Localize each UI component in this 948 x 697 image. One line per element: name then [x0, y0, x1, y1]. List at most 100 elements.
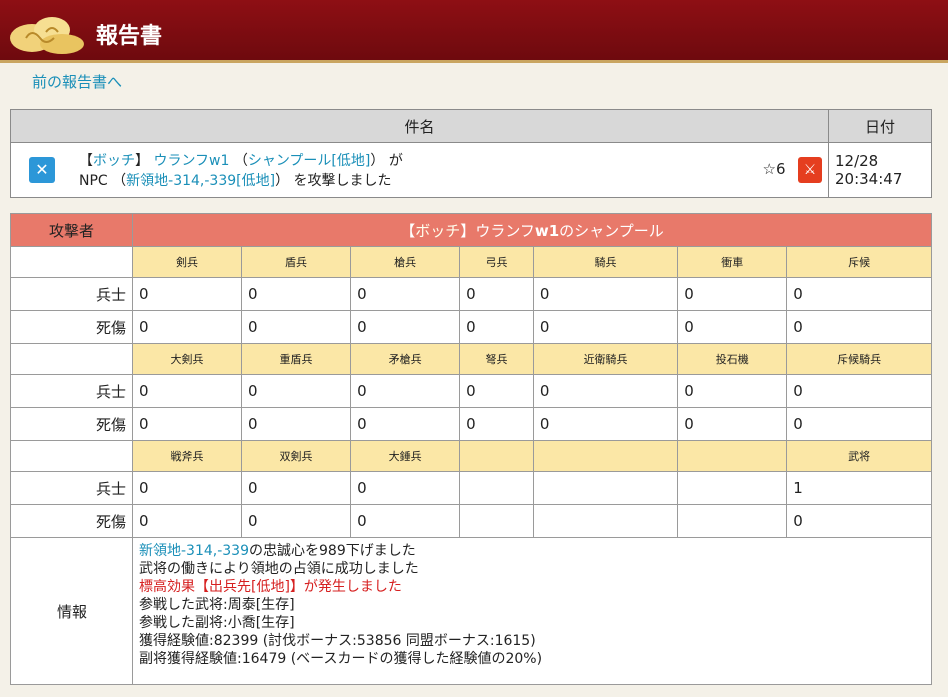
- soldier-count: [459, 471, 534, 505]
- page-header: 報告書: [0, 0, 948, 63]
- casualty-count: 0: [677, 310, 788, 344]
- soldier-count: 0: [350, 471, 461, 505]
- battle-detail-table: 攻撃者 【ボッチ】ウランフw1のシャンプール 剣兵 盾兵 槍兵 弓兵 騎兵 衝車…: [10, 213, 932, 685]
- casualties-label: 死傷: [10, 407, 133, 441]
- unit-header: 大剣兵: [131, 343, 243, 375]
- unit-header: 盾兵: [241, 246, 352, 278]
- target-link[interactable]: 新領地-314,-339[低地]: [126, 173, 275, 189]
- soldier-count: 0: [532, 277, 679, 311]
- unit-header: [532, 440, 679, 472]
- attack-result-icon: ⚔: [798, 157, 822, 183]
- casualty-count: 0: [350, 504, 461, 538]
- unit-header: [459, 440, 534, 472]
- report-description: 【ボッチ】 ウランフw1 （シャンプール[低地]） が NPC （新領地-314…: [73, 142, 751, 198]
- village-link[interactable]: シャンプール[低地]: [248, 153, 371, 169]
- casualties-label: 死傷: [10, 310, 133, 344]
- unit-header: 騎兵: [532, 246, 679, 278]
- subject-column-header: 件名: [10, 109, 829, 143]
- casualty-count: 0: [241, 310, 352, 344]
- soldier-count: 1: [786, 471, 932, 505]
- empty-label: [10, 343, 133, 375]
- soldier-count: [677, 471, 788, 505]
- soldier-count: 0: [241, 277, 352, 311]
- star-cell: ☆6 ⚔: [751, 142, 829, 198]
- unit-header: [677, 440, 788, 472]
- casualty-count: 0: [532, 310, 679, 344]
- info-line-exp: 獲得経験値:82399 (討伐ボーナス:53856 同盟ボーナス:1615): [139, 633, 536, 649]
- crossed-swords-icon: ✕: [29, 157, 55, 183]
- info-line-occupation: 武将の働きにより領地の占領に成功しました: [139, 561, 419, 577]
- unit-header: 重盾兵: [241, 343, 352, 375]
- unit-header: 斥候: [786, 246, 932, 278]
- previous-report-link[interactable]: 前の報告書へ: [32, 71, 122, 92]
- page-title: 報告書: [96, 24, 163, 49]
- soldier-count: 0: [459, 374, 534, 408]
- action-text: を攻撃しました: [293, 173, 392, 189]
- unit-header: 矛槍兵: [350, 343, 461, 375]
- soldier-count: 0: [131, 374, 243, 408]
- attacker-alliance[interactable]: ボッチ: [415, 222, 460, 240]
- unit-header: 戦斧兵: [131, 440, 243, 472]
- attacker-title: 【ボッチ】ウランフw1のシャンプール: [132, 213, 932, 247]
- report-date: 12/28: [835, 152, 879, 170]
- soldier-count: 0: [459, 277, 534, 311]
- report-time: 20:34:47: [835, 170, 903, 188]
- info-line-sub-exp: 副将獲得経験値:16479 (ベースカードの獲得した経験値の20%): [139, 651, 543, 667]
- unit-header: 衝車: [677, 246, 788, 278]
- attack-type-cell: ✕: [10, 142, 73, 198]
- info-line-general: 参戦した武将:周泰[生存]: [139, 597, 295, 613]
- casualty-count: 0: [459, 310, 534, 344]
- attacker-name-suffix: w1: [534, 221, 560, 240]
- casualty-count: 0: [786, 310, 932, 344]
- casualty-count: 0: [131, 310, 243, 344]
- battle-info: 新領地-314,-339の忠誠心を989下げました 武将の働きにより領地の占領に…: [132, 537, 932, 685]
- casualties-label: 死傷: [10, 504, 133, 538]
- soldiers-label: 兵士: [10, 471, 133, 505]
- unit-header: 投石機: [677, 343, 788, 375]
- casualty-count: 0: [350, 407, 461, 441]
- soldier-count: 0: [786, 374, 932, 408]
- unit-header: 双剣兵: [241, 440, 352, 472]
- report-row[interactable]: ✕ 【ボッチ】 ウランフw1 （シャンプール[低地]） が NPC （新領地-3…: [10, 142, 932, 198]
- unit-header: 斥候騎兵: [786, 343, 932, 375]
- npc-label: NPC: [79, 173, 108, 189]
- casualty-count: 0: [241, 407, 352, 441]
- info-line-altitude-effect: 標高効果【出兵先[低地]】が発生しました: [139, 579, 402, 595]
- soldier-count: 0: [350, 374, 461, 408]
- unit-header: 大錘兵: [350, 440, 461, 472]
- unit-header: 弓兵: [459, 246, 534, 278]
- star-rating: ☆6: [762, 160, 786, 178]
- info-label: 情報: [10, 537, 133, 685]
- date-column-header: 日付: [828, 109, 932, 143]
- empty-label: [10, 440, 133, 472]
- soldier-count: 0: [677, 277, 788, 311]
- casualty-count: 0: [350, 310, 461, 344]
- casualty-count: 0: [677, 407, 788, 441]
- casualty-count: 0: [241, 504, 352, 538]
- info-loyalty-text: の忠誠心を989下げました: [249, 543, 416, 559]
- casualty-count: [459, 504, 534, 538]
- info-territory-link[interactable]: 新領地-314,-339: [139, 543, 249, 559]
- info-line-sub-general: 参戦した副将:小喬[生存]: [139, 615, 295, 631]
- soldier-count: 0: [532, 374, 679, 408]
- attacker-village: のシャンプール: [559, 221, 664, 240]
- attacker-label: 攻撃者: [10, 213, 133, 247]
- unit-header: 剣兵: [131, 246, 243, 278]
- particle-text: が: [388, 153, 403, 169]
- attacker-link[interactable]: ウランフw1: [153, 153, 229, 169]
- unit-header: 槍兵: [350, 246, 461, 278]
- soldier-count: 0: [677, 374, 788, 408]
- soldiers-label: 兵士: [10, 277, 133, 311]
- unit-header: 近衛騎兵: [532, 343, 679, 375]
- soldier-count: 0: [241, 374, 352, 408]
- soldier-count: 0: [786, 277, 932, 311]
- report-subject-table: 件名 日付 ✕ 【ボッチ】 ウランフw1 （シャンプール[低地]） が NPC …: [10, 109, 932, 198]
- casualty-count: 0: [532, 407, 679, 441]
- alliance-link[interactable]: ボッチ: [93, 153, 135, 169]
- soldiers-label: 兵士: [10, 374, 133, 408]
- date-cell: 12/28 20:34:47: [828, 142, 932, 198]
- casualty-count: 0: [131, 407, 243, 441]
- casualty-count: 0: [459, 407, 534, 441]
- attacker-name[interactable]: ウランフ: [475, 222, 535, 240]
- soldier-count: 0: [241, 471, 352, 505]
